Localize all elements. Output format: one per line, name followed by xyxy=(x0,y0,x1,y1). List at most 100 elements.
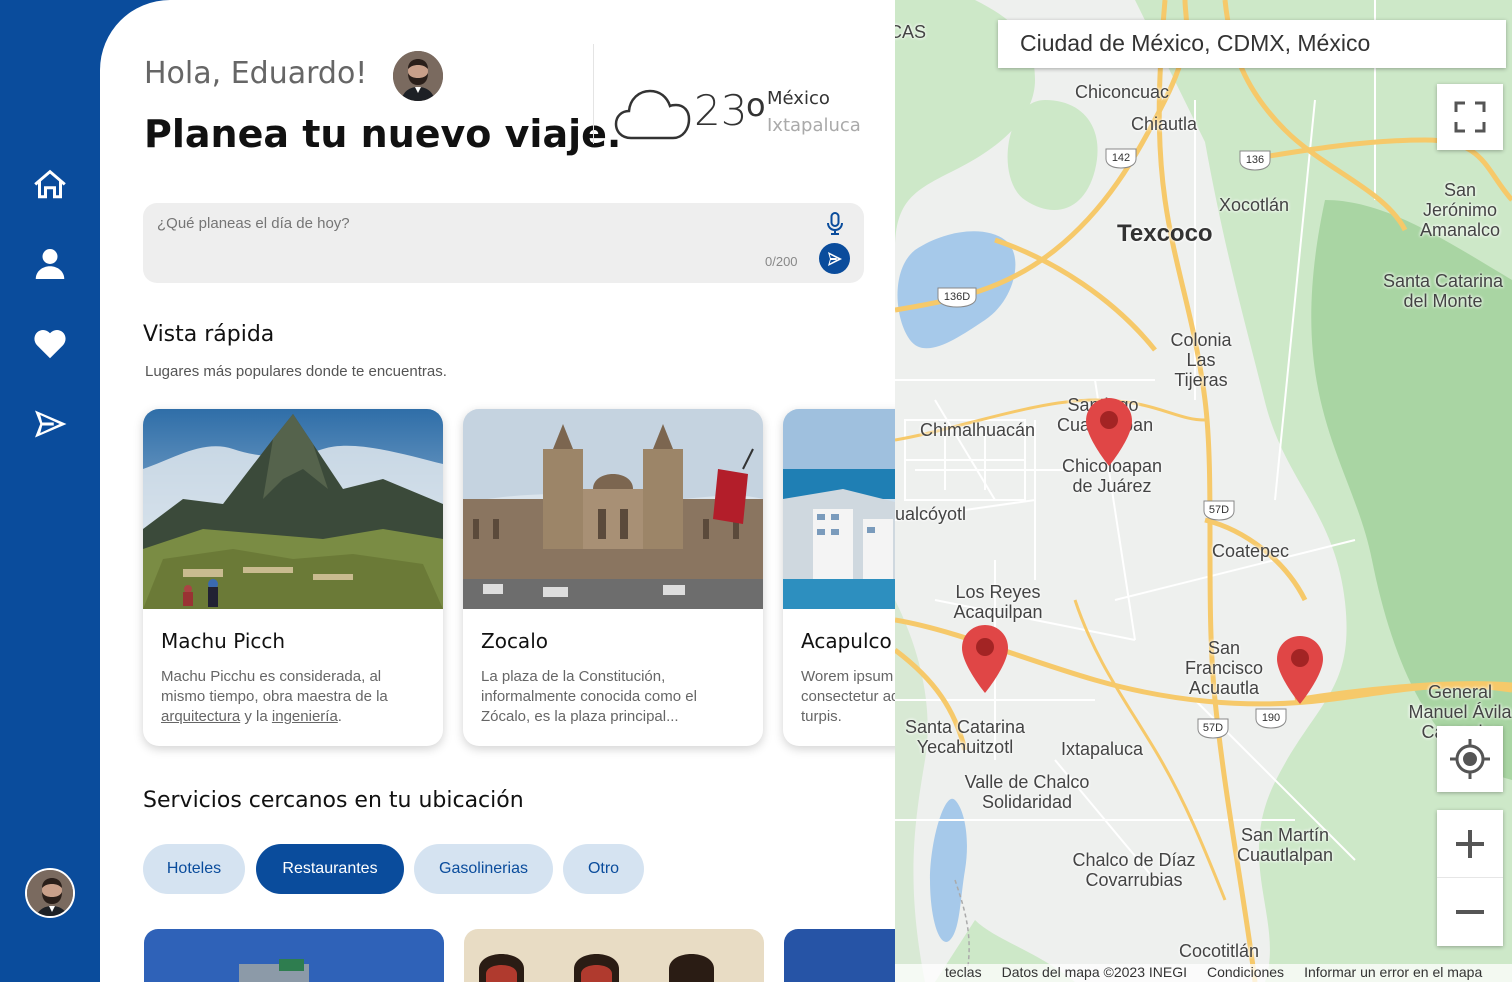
temperature: 23 xyxy=(694,86,748,135)
machu-picchu-image xyxy=(143,409,443,609)
weather-town: Ixtapaluca xyxy=(767,115,861,136)
highway-shield: 57D xyxy=(1197,718,1229,739)
chip-hoteles[interactable]: Hoteles xyxy=(143,844,245,894)
send-button[interactable] xyxy=(819,243,850,274)
fullscreen-button[interactable] xyxy=(1437,84,1503,150)
card-description: Machu Picchu es considerada, al mismo ti… xyxy=(161,668,388,725)
map-label: Texcoco xyxy=(1117,220,1213,247)
cloud-icon xyxy=(614,89,691,140)
highway-shield: 136D xyxy=(937,287,977,308)
keyboard-shortcuts-link[interactable]: teclas xyxy=(945,964,982,982)
acapulco-image xyxy=(783,409,895,609)
map-label: CAS xyxy=(895,22,927,42)
svg-text:190: 190 xyxy=(1262,712,1280,724)
search-box: 0/200 xyxy=(143,203,864,283)
map-label: Santa Catarina Yecahuitzotl xyxy=(904,717,1026,757)
svg-text:136D: 136D xyxy=(944,291,970,303)
quick-view-title: Vista rápida xyxy=(143,322,275,347)
page-title: Planea tu nuevo viaje. xyxy=(144,112,622,156)
card-title: Acapulco xyxy=(801,629,892,653)
service-card[interactable] xyxy=(144,929,444,982)
chip-gasolinerias[interactable]: Gasolinerias xyxy=(414,844,553,894)
crosshair-icon xyxy=(1450,739,1490,779)
avatar[interactable] xyxy=(25,868,75,918)
chip-restaurantes[interactable]: Restaurantes xyxy=(256,844,404,894)
card-description: La plaza de la Constitución, informalmen… xyxy=(481,668,697,725)
service-card[interactable] xyxy=(464,929,764,982)
map-label: Chalco de Díaz Covarrubias xyxy=(1072,850,1196,890)
sidebar xyxy=(0,0,100,982)
weather-city: México xyxy=(767,88,830,109)
map-label: Colonia Las Tijeras xyxy=(1170,330,1232,390)
svg-text:57D: 57D xyxy=(1203,722,1223,734)
restaurant-image xyxy=(464,929,764,982)
service-card[interactable] xyxy=(784,929,895,982)
zoom-out-button[interactable] xyxy=(1437,878,1503,946)
send-arrow-icon xyxy=(827,251,842,266)
svg-text:136: 136 xyxy=(1246,154,1264,166)
map-label: Santa Catarina del Monte xyxy=(1382,271,1504,311)
card-title: Zocalo xyxy=(481,629,548,653)
search-input[interactable] xyxy=(157,215,797,232)
character-counter: 0/200 xyxy=(765,254,798,269)
map-label: San Jerónimo Amanalco xyxy=(1419,180,1501,240)
map-pin-icon[interactable] xyxy=(1275,634,1325,706)
quick-view-subtitle: Lugares más populares donde te encuentra… xyxy=(145,363,447,380)
report-error-link[interactable]: Informar un error en el mapa xyxy=(1304,964,1482,982)
map-label: ualcóyotl xyxy=(895,504,967,524)
place-card[interactable]: Zocalo La plaza de la Constitución, info… xyxy=(463,409,763,746)
map-label: Valle de Chalco Solidaridad xyxy=(964,772,1090,812)
zocalo-image xyxy=(463,409,763,609)
services-title: Servicios cercanos en tu ubicación xyxy=(143,788,524,813)
map-label: Ixtapaluca xyxy=(1061,739,1144,759)
terms-link[interactable]: Condiciones xyxy=(1207,964,1284,982)
map-label: San Francisco Acuautla xyxy=(1184,638,1264,698)
svg-text:142: 142 xyxy=(1112,152,1130,164)
zoom-in-button[interactable] xyxy=(1437,810,1503,878)
map-label: Chimalhuacán xyxy=(920,420,1036,440)
main-panel: Hola, Eduardo! Planea tu nuevo viaje. 23… xyxy=(100,0,1512,982)
architecture-link[interactable]: arquitectura xyxy=(161,708,240,725)
user-icon[interactable] xyxy=(30,244,70,284)
map-footer: teclas Datos del mapa ©2023 INEGI Condic… xyxy=(895,964,1512,982)
card-description: Worem ipsum dolor sit amet, consectetur … xyxy=(801,668,895,725)
greeting: Hola, Eduardo! xyxy=(144,56,368,91)
content-column: Hola, Eduardo! Planea tu nuevo viaje. 23… xyxy=(100,0,895,982)
highway-shield: 142 xyxy=(1105,148,1137,169)
chip-otro[interactable]: Otro xyxy=(563,844,644,894)
highway-shield: 190 xyxy=(1255,708,1287,729)
minus-icon xyxy=(1456,910,1484,914)
microphone-icon[interactable] xyxy=(825,211,845,237)
gas-station-image xyxy=(784,929,895,982)
map-label: Coatepec xyxy=(1212,541,1290,561)
map-data-credit: Datos del mapa ©2023 INEGI xyxy=(1001,964,1187,980)
highway-shield: 136 xyxy=(1239,150,1271,171)
degree-symbol: o xyxy=(746,86,766,124)
map-label: Cocotitlán xyxy=(1179,941,1260,961)
map[interactable]: CAS Chiconcuac Chiautla Texcoco Xocotlán… xyxy=(895,0,1512,982)
send-icon[interactable] xyxy=(30,404,70,444)
map-label: Chiautla xyxy=(1131,114,1198,134)
my-location-button[interactable] xyxy=(1437,726,1503,792)
heart-icon[interactable] xyxy=(30,324,70,364)
avatar[interactable] xyxy=(393,51,443,101)
map-label: Los Reyes Acaquilpan xyxy=(953,582,1043,622)
plus-icon xyxy=(1456,829,1484,858)
place-card[interactable]: Acapulco Worem ipsum dolor sit amet, con… xyxy=(783,409,895,746)
divider xyxy=(593,44,594,144)
map-pin-icon[interactable] xyxy=(1084,396,1134,468)
map-label: Chiconcuac xyxy=(1075,82,1170,102)
map-label: San Martín Cuautlalpan xyxy=(1236,825,1334,865)
map-pin-icon[interactable] xyxy=(960,623,1010,695)
svg-text:57D: 57D xyxy=(1209,504,1229,516)
highway-shield: 57D xyxy=(1203,500,1235,521)
map-search-input[interactable]: Ciudad de México, CDMX, México xyxy=(998,20,1506,68)
hotel-image xyxy=(144,929,444,982)
place-card[interactable]: Machu Picch Machu Picchu es considerada,… xyxy=(143,409,443,746)
home-icon[interactable] xyxy=(30,164,70,204)
fullscreen-icon xyxy=(1454,101,1486,133)
map-base xyxy=(895,0,1512,982)
zoom-controls xyxy=(1437,810,1503,946)
card-title: Machu Picch xyxy=(161,629,286,653)
engineering-link[interactable]: ingeniería xyxy=(272,708,338,725)
